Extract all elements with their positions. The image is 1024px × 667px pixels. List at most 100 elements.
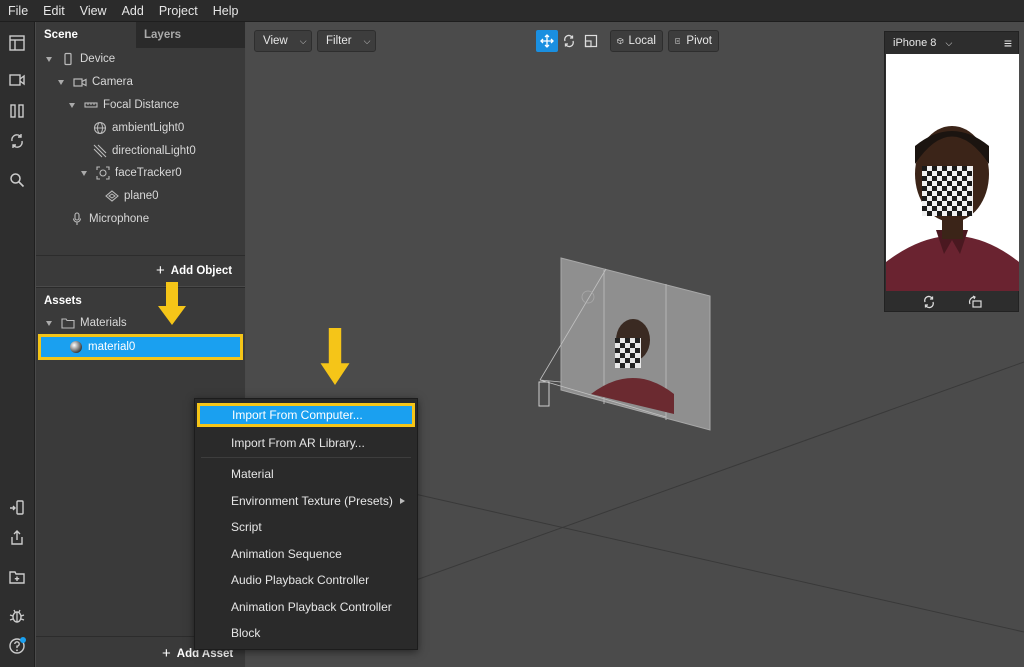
- asset-row-content: material0: [69, 337, 135, 357]
- submenu-arrow-icon: [400, 498, 405, 504]
- preview-face-image: [886, 54, 1019, 291]
- transform-tools: [536, 30, 602, 52]
- divider: [36, 255, 245, 256]
- menu-view[interactable]: View: [72, 4, 114, 18]
- menu-file[interactable]: File: [0, 4, 35, 18]
- pause-split-icon[interactable]: [8, 102, 26, 120]
- tree-item-focal-distance[interactable]: Focal Distance: [69, 95, 179, 115]
- menu-item-material[interactable]: Material: [195, 461, 417, 487]
- view-dropdown-label: View: [263, 35, 288, 47]
- menu-item-audio-playback-controller[interactable]: Audio Playback Controller: [195, 567, 417, 593]
- tree-item-device[interactable]: Device: [46, 49, 115, 69]
- menu-item-import-from-computer[interactable]: Import From Computer...: [197, 403, 415, 427]
- menubar: File Edit View Add Project Help: [0, 0, 1024, 22]
- plus-icon: +: [162, 645, 171, 662]
- pivot-toggle[interactable]: Pivot: [668, 30, 719, 52]
- menu-item-animation-sequence[interactable]: Animation Sequence: [195, 541, 417, 567]
- material-sphere-icon: [69, 340, 83, 354]
- camera-icon: [73, 75, 87, 89]
- tree-item-face-tracker[interactable]: faceTracker0: [81, 163, 182, 183]
- tree-item-materials-folder[interactable]: Materials: [46, 313, 127, 333]
- expand-triangle-icon[interactable]: [81, 170, 87, 176]
- tree-item-label: Device: [80, 53, 116, 65]
- menu-item-block[interactable]: Block: [195, 620, 417, 646]
- tree-item-directional-light[interactable]: directionalLight0: [93, 141, 196, 161]
- local-toggle[interactable]: Local: [610, 30, 663, 52]
- tree-item-label: Focal Distance: [103, 99, 180, 111]
- menu-help[interactable]: Help: [205, 4, 246, 18]
- chevron-down-icon: ⌵: [363, 35, 371, 46]
- menu-item-environment-texture[interactable]: Environment Texture (Presets): [195, 488, 417, 514]
- move-tool-icon[interactable]: [536, 30, 558, 52]
- tree-item-label: Microphone: [89, 213, 150, 225]
- tree-item-plane[interactable]: plane0: [105, 186, 159, 206]
- tree-item-label: ambientLight0: [112, 122, 185, 134]
- preview-footer: [885, 291, 1018, 313]
- menu-add[interactable]: Add: [114, 4, 151, 18]
- assets-title: Assets: [44, 295, 82, 307]
- local-toggle-label: Local: [628, 35, 657, 47]
- plus-icon: +: [156, 262, 165, 279]
- tree-item-ambient-light[interactable]: ambientLight0: [93, 118, 184, 138]
- menu-item-script[interactable]: Script: [195, 514, 417, 540]
- add-asset-context-menu: Import From Computer... Import From AR L…: [194, 398, 418, 650]
- face-tracker-icon: [96, 166, 110, 180]
- rotate-device-icon[interactable]: [968, 295, 982, 309]
- microphone-icon: [70, 212, 84, 226]
- add-object-label: Add Object: [170, 264, 233, 277]
- device-select-label[interactable]: iPhone 8: [893, 37, 936, 49]
- annotation-arrow-down-icon: [158, 282, 186, 325]
- expand-triangle-icon[interactable]: [46, 56, 52, 62]
- menu-project[interactable]: Project: [151, 4, 205, 18]
- expand-triangle-icon[interactable]: [46, 320, 52, 326]
- flip-camera-icon[interactable]: [922, 295, 936, 309]
- tree-item-label: Camera: [92, 76, 133, 88]
- sync-icon[interactable]: [8, 132, 26, 150]
- expand-triangle-icon[interactable]: [69, 102, 75, 108]
- layout-icon[interactable]: [8, 34, 26, 52]
- filter-dropdown[interactable]: Filter ⌵: [317, 30, 376, 52]
- menu-item-import-from-ar-library[interactable]: Import From AR Library...: [195, 430, 417, 456]
- scale-tool-icon[interactable]: [580, 30, 602, 52]
- scene-tabs: Scene Layers: [36, 22, 245, 48]
- scene-panel: Scene Layers Device Camera Focal Distanc…: [36, 22, 245, 286]
- help-icon[interactable]: [8, 637, 26, 655]
- add-folder-icon[interactable]: [8, 568, 26, 586]
- asset-item-label: material0: [88, 341, 136, 353]
- send-to-device-icon[interactable]: [8, 499, 26, 517]
- menu-item-label: Environment Texture (Presets): [231, 494, 393, 508]
- left-toolbar: [0, 22, 35, 667]
- preview-header: iPhone 8 ⌵ ≡: [885, 32, 1018, 54]
- menu-separator: [201, 457, 411, 458]
- asset-item-material0[interactable]: material0: [38, 334, 243, 360]
- tree-item-label: faceTracker0: [115, 167, 182, 179]
- device-preview: iPhone 8 ⌵ ≡: [884, 31, 1019, 312]
- preview-camera-feed: [886, 54, 1019, 291]
- tree-item-label: directionalLight0: [112, 145, 196, 157]
- chevron-down-icon[interactable]: ⌵: [945, 38, 952, 49]
- hamburger-menu-icon[interactable]: ≡: [1004, 35, 1012, 51]
- focal-distance-icon: [84, 98, 98, 112]
- pivot-icon: [675, 38, 681, 44]
- expand-triangle-icon[interactable]: [58, 79, 64, 85]
- rotate-tool-icon[interactable]: [558, 30, 580, 52]
- device-icon: [61, 52, 75, 66]
- cube-icon: [617, 37, 624, 45]
- tab-layers[interactable]: Layers: [136, 22, 245, 48]
- add-object-button[interactable]: + Add Object: [156, 262, 232, 279]
- chevron-down-icon: ⌵: [299, 35, 307, 46]
- folder-icon: [61, 316, 75, 330]
- tab-scene[interactable]: Scene: [36, 22, 136, 48]
- menu-edit[interactable]: Edit: [35, 4, 72, 18]
- view-dropdown[interactable]: View ⌵: [254, 30, 312, 52]
- upload-icon[interactable]: [8, 529, 26, 547]
- menu-item-animation-playback-controller[interactable]: Animation Playback Controller: [195, 594, 417, 620]
- search-icon[interactable]: [8, 171, 26, 189]
- bug-icon[interactable]: [8, 607, 26, 625]
- plane-icon: [105, 189, 119, 203]
- pivot-toggle-label: Pivot: [686, 35, 712, 47]
- video-icon[interactable]: [8, 71, 26, 89]
- tree-item-camera[interactable]: Camera: [58, 72, 133, 92]
- tree-item-microphone[interactable]: Microphone: [70, 209, 149, 229]
- filter-dropdown-label: Filter: [326, 35, 352, 47]
